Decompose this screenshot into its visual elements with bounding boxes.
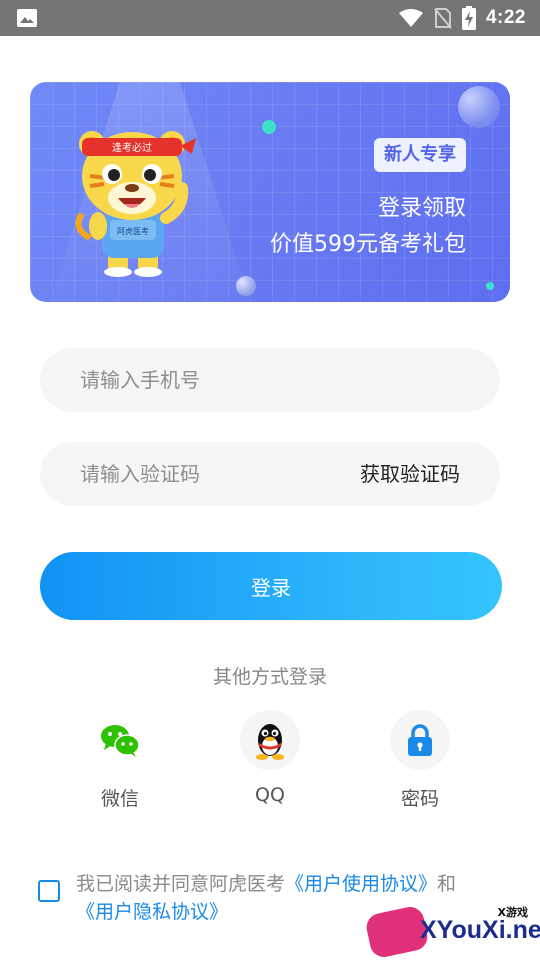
password-login-option[interactable]: 密码 [380, 710, 460, 811]
privacy-agreement-link[interactable]: 《用户隐私协议》 [76, 901, 228, 923]
status-bar: 4:22 [0, 0, 540, 36]
promo-banner[interactable]: 阿虎医考 逢考必过 新人专享 登录领取 价值599元备考礼包 [30, 82, 510, 302]
agreement-checkbox[interactable] [38, 880, 60, 902]
new-user-badge: 新人专享 [374, 138, 466, 172]
banner-subline: 价值599元备考礼包 [270, 232, 466, 257]
wechat-login-button[interactable] [90, 710, 150, 770]
battery-charging-icon [461, 6, 476, 30]
svg-text:阿虎医考: 阿虎医考 [117, 226, 149, 236]
phone-input[interactable] [80, 348, 340, 412]
lock-icon [408, 724, 432, 756]
qq-login-button[interactable] [240, 710, 300, 770]
decorative-dot-small [486, 282, 494, 290]
wechat-label: 微信 [100, 788, 139, 810]
phone-field[interactable] [40, 348, 500, 412]
login-button[interactable]: 登录 [40, 552, 502, 620]
agreement-prefix: 我已阅读并同意阿虎医考 [76, 873, 286, 895]
watermark-domain: XYouXi.net [420, 916, 540, 944]
get-code-button[interactable]: 获取验证码 [360, 442, 460, 506]
banner-headline: 登录领取 [377, 196, 466, 221]
site-watermark: X游戏 XYouXi.net [364, 902, 540, 960]
decorative-orb-small [236, 276, 256, 296]
other-login-title: 其他方式登录 [212, 666, 327, 688]
tiger-mascot-icon: 阿虎医考 逢考必过 [75, 131, 196, 277]
user-agreement-link[interactable]: 《用户使用协议》 [285, 873, 437, 895]
decorative-dot [262, 120, 276, 134]
wifi-icon [398, 9, 423, 27]
clock: 4:22 [485, 7, 526, 28]
qq-label: QQ [255, 784, 285, 806]
image-icon [17, 9, 37, 27]
wechat-icon [101, 725, 140, 757]
qq-login-option[interactable]: QQ [230, 710, 310, 806]
verification-code-input[interactable] [80, 442, 340, 506]
no-sim-icon [434, 8, 452, 29]
verification-code-field[interactable]: 获取验证码 [40, 442, 500, 506]
password-login-button[interactable] [390, 710, 450, 770]
svg-text:逢考必过: 逢考必过 [112, 141, 152, 154]
password-label: 密码 [400, 788, 439, 810]
qq-icon [256, 724, 284, 760]
agreement-and: 和 [437, 873, 457, 895]
decorative-orb [458, 86, 500, 128]
wechat-login-option[interactable]: 微信 [80, 710, 160, 811]
